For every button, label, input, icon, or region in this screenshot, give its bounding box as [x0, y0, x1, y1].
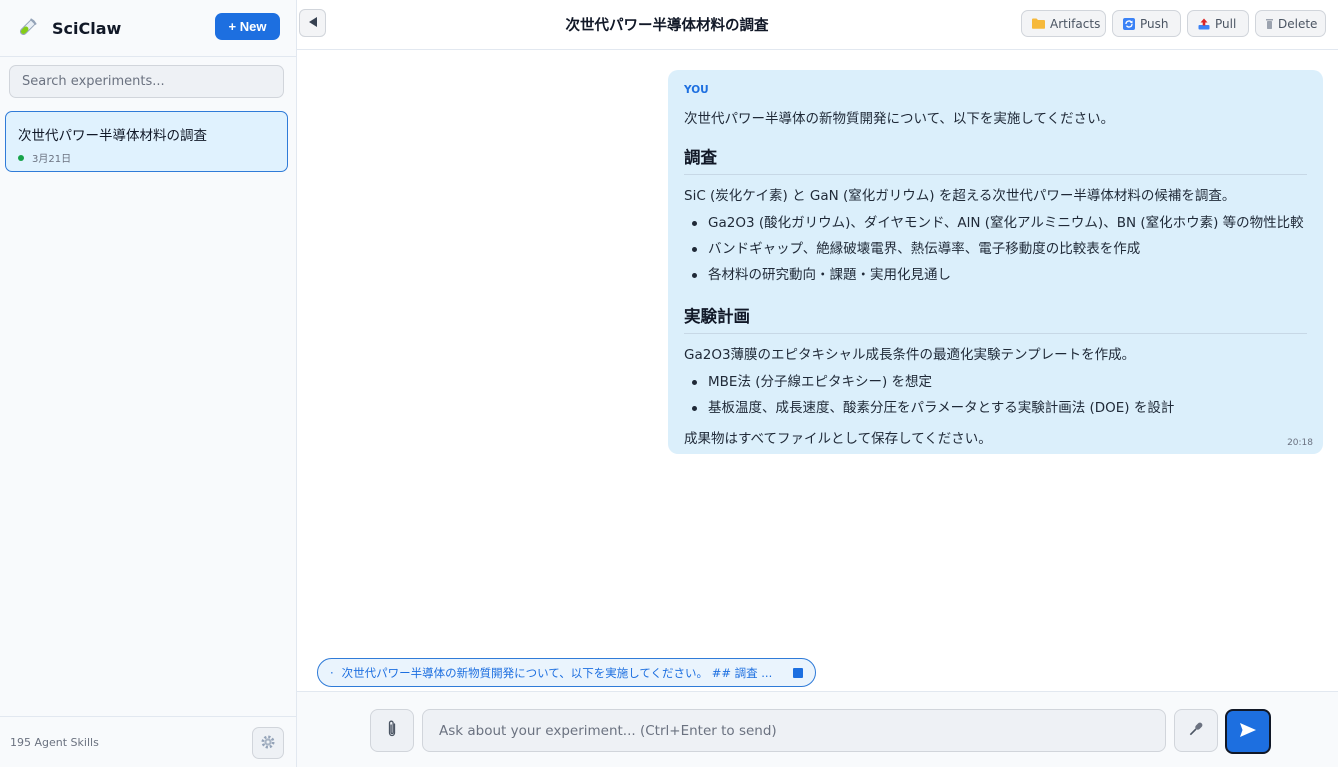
- pending-request-text: 次世代パワー半導体の新物質開発について、以下を実施してください。 ## 調査 .…: [341, 665, 773, 680]
- list-item: Ga2O3 (酸化ガリウム)、ダイヤモンド、AlN (窒化アルミニウム)、BN …: [684, 210, 1307, 236]
- section-heading-experiment-plan: 実験計画: [684, 303, 1307, 334]
- sidebar-header: SciClaw + New: [0, 0, 296, 57]
- list-item: バンドギャップ、絶縁破壊電界、熱伝導率、電子移動度の比較表を作成: [684, 236, 1307, 262]
- list-item: MBE法 (分子線エピタキシー) を想定: [684, 369, 1307, 395]
- send-button[interactable]: [1225, 709, 1271, 754]
- trash-icon: [1266, 18, 1273, 29]
- top-bar: 次世代パワー半導体材料の調査 Artifacts Push Pull Delet…: [297, 0, 1338, 50]
- message-intro: 次世代パワー半導体の新物質開発について、以下を実施してください。: [684, 111, 1115, 127]
- main-panel: 次世代パワー半導体材料の調査 Artifacts Push Pull Delet…: [297, 0, 1338, 767]
- paperclip-icon: [386, 719, 398, 742]
- push-label: Push: [1140, 16, 1169, 31]
- message-sender: YOU: [684, 84, 709, 96]
- settings-button[interactable]: [252, 727, 284, 759]
- agent-skills-count: 195 Agent Skills: [10, 735, 99, 749]
- pill-dot: ·: [330, 665, 334, 680]
- pending-request-pill[interactable]: · 次世代パワー半導体の新物質開発について、以下を実施してください。 ## 調査…: [317, 658, 816, 687]
- attach-button[interactable]: [370, 709, 414, 752]
- sync-icon: [1123, 17, 1135, 30]
- gear-icon: [260, 734, 276, 753]
- search-input[interactable]: [9, 65, 284, 98]
- section-heading-survey: 調査: [684, 144, 1307, 175]
- new-experiment-button[interactable]: + New: [215, 13, 280, 40]
- message-closing: 成果物はすべてファイルとして保存してください。: [684, 431, 992, 447]
- delete-button[interactable]: Delete: [1255, 10, 1326, 37]
- pull-label: Pull: [1215, 16, 1237, 31]
- artifacts-label: Artifacts: [1050, 16, 1101, 31]
- message-input[interactable]: [422, 709, 1166, 752]
- experiment-list-item[interactable]: 次世代パワー半導体材料の調査 3月21日: [5, 111, 288, 172]
- list-item: 各材料の研究動向・課題・実用化見通し: [684, 262, 1307, 288]
- message-timestamp: 20:18: [1287, 438, 1313, 448]
- status-dot: [18, 154, 24, 161]
- microphone-icon: [1187, 720, 1205, 741]
- experiment-title: 次世代パワー半導体材料の調査: [18, 128, 207, 144]
- user-message-bubble: YOU 次世代パワー半導体の新物質開発について、以下を実施してください。 調査 …: [668, 70, 1323, 454]
- section-text-experiment-plan: Ga2O3薄膜のエピタキシャル成長条件の最適化実験テンプレートを作成。: [684, 347, 1136, 363]
- sidebar-footer: 195 Agent Skills: [0, 716, 296, 767]
- microphone-button[interactable]: [1174, 709, 1218, 752]
- push-button[interactable]: Push: [1112, 10, 1181, 37]
- chat-area: YOU 次世代パワー半導体の新物質開発について、以下を実施してください。 調査 …: [297, 50, 1338, 767]
- experiment-date: 3月21日: [32, 154, 72, 165]
- test-tube-icon: [16, 17, 38, 39]
- send-arrow-icon: [1239, 722, 1257, 741]
- section-text-survey: SiC (炭化ケイ素) と GaN (窒化ガリウム) を超える次世代パワー半導体…: [684, 188, 1236, 204]
- artifacts-button[interactable]: Artifacts: [1021, 10, 1106, 37]
- list-item: 基板温度、成長速度、酸素分圧をパラメータとする実験計画法 (DOE) を設計: [684, 395, 1307, 421]
- survey-list: Ga2O3 (酸化ガリウム)、ダイヤモンド、AlN (窒化アルミニウム)、BN …: [684, 210, 1307, 288]
- delete-label: Delete: [1278, 16, 1318, 31]
- composer: [297, 691, 1338, 767]
- app-root: SciClaw + New 次世代パワー半導体材料の調査 3月21日 195 A…: [0, 0, 1338, 767]
- pull-button[interactable]: Pull: [1187, 10, 1249, 37]
- sidebar: SciClaw + New 次世代パワー半導体材料の調査 3月21日 195 A…: [0, 0, 297, 767]
- upload-tray-icon: [1198, 18, 1210, 30]
- experiment-meta: 3月21日: [18, 150, 275, 165]
- page-title: 次世代パワー半導体材料の調査: [565, 18, 769, 34]
- experiment-plan-list: MBE法 (分子線エピタキシー) を想定 基板温度、成長速度、酸素分圧をパラメー…: [684, 369, 1307, 421]
- folder-icon: [1032, 18, 1045, 29]
- app-name: SciClaw: [52, 18, 122, 38]
- stop-icon[interactable]: [793, 667, 803, 678]
- search-container: [0, 57, 296, 98]
